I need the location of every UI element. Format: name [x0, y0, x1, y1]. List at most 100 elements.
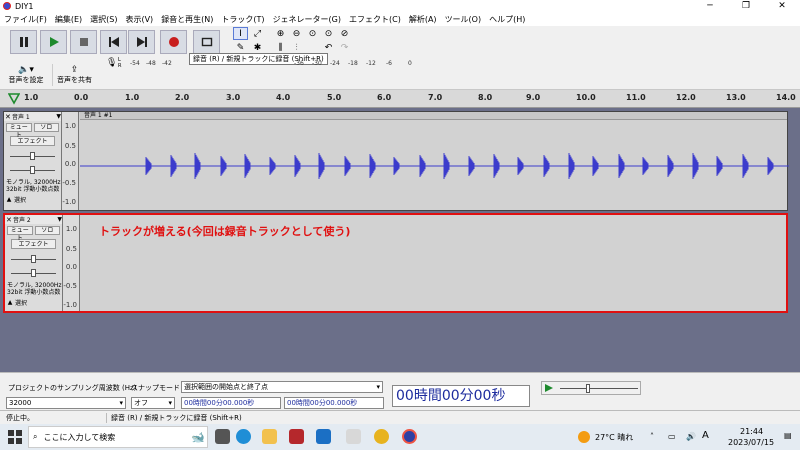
menu-tracks[interactable]: トラック(T): [221, 14, 264, 25]
close-track-icon[interactable]: ✕: [5, 113, 12, 121]
play-at-speed-icon[interactable]: [544, 383, 554, 393]
menu-tools[interactable]: ツール(O): [445, 14, 482, 25]
taskbar-search[interactable]: ⌕ ここに入力して検索 🐋: [28, 426, 208, 448]
time-display[interactable]: 00時間00分00秒: [392, 385, 530, 407]
pause-button[interactable]: [10, 30, 37, 54]
weather-icon[interactable]: [578, 431, 590, 443]
stop-button[interactable]: [70, 30, 97, 54]
tray-chevron-icon[interactable]: ˄: [650, 432, 654, 441]
edge-icon[interactable]: [236, 429, 251, 444]
pan-slider[interactable]: [10, 166, 55, 174]
minimize-button[interactable]: ─: [692, 0, 728, 12]
selection-end-time[interactable]: 00時間00分00.000秒: [284, 397, 384, 409]
waveform-burst: [170, 155, 177, 177]
menu-edit[interactable]: 編集(E): [55, 14, 82, 25]
solo-button[interactable]: ソロ: [33, 123, 59, 132]
selection-tool-icon[interactable]: I: [233, 27, 248, 40]
menu-help[interactable]: ヘルプ(H): [489, 14, 525, 25]
vertical-scale[interactable]: 1.0 0.5 0.0 -0.5 -1.0: [63, 215, 80, 311]
gain-slider-thumb[interactable]: [31, 255, 36, 263]
track-menu-chevron-icon[interactable]: ▼: [57, 216, 62, 223]
redo-icon[interactable]: ↷: [337, 41, 352, 54]
store-icon[interactable]: [289, 429, 304, 444]
collapse-icon[interactable]: ▲: [4, 196, 14, 203]
explorer-icon[interactable]: [262, 429, 277, 444]
pan-slider-thumb[interactable]: [30, 166, 35, 174]
menu-file[interactable]: ファイル(F): [4, 14, 47, 25]
audacity-taskbar-icon[interactable]: [402, 429, 417, 444]
clock-date[interactable]: 2023/07/15: [728, 438, 774, 447]
menu-effect[interactable]: エフェクト(C): [349, 14, 401, 25]
zoom-in-icon[interactable]: ⊕: [273, 27, 288, 40]
pan-slider[interactable]: [11, 269, 56, 277]
zoom-toggle-icon[interactable]: ⊘: [337, 27, 352, 40]
menu-select[interactable]: 選択(S): [90, 14, 117, 25]
track-1[interactable]: ✕ 音声 1 ▼ ミュート ソロ エフェクト モノラル, 32000Hz 32b…: [3, 111, 789, 211]
task-view-icon[interactable]: [215, 429, 230, 444]
notepad-icon[interactable]: [346, 429, 361, 444]
pin-head-icon[interactable]: [8, 93, 20, 105]
select-button[interactable]: 選択: [15, 298, 27, 307]
track-header[interactable]: ✕ 音声 1 ▼: [4, 112, 61, 121]
close-track-icon[interactable]: ✕: [6, 216, 13, 224]
gain-slider-thumb[interactable]: [30, 152, 35, 160]
effects-button[interactable]: エフェクト: [11, 239, 56, 249]
zoom-out-icon[interactable]: ⊖: [289, 27, 304, 40]
maximize-button[interactable]: ❐: [728, 0, 764, 12]
loop-button[interactable]: [193, 30, 220, 54]
ime-indicator[interactable]: A: [702, 430, 709, 441]
audio-setup-button[interactable]: 🔈▾ 音声を設定: [4, 64, 48, 86]
share-audio-button[interactable]: ⇪ 音声を共有: [52, 64, 96, 86]
selection-start-time[interactable]: 00時間00分00.000秒: [181, 397, 281, 409]
network-icon[interactable]: ▭: [668, 432, 676, 441]
sample-rate-select[interactable]: 32000 ▾: [6, 397, 126, 409]
volume-icon[interactable]: 🔊: [686, 432, 696, 441]
zoom-selection-icon[interactable]: ⊙: [305, 27, 320, 40]
meter-tick: -48: [146, 60, 156, 67]
clip-title[interactable]: 音声 1 #1: [80, 112, 787, 120]
menu-analyze[interactable]: 解析(A): [409, 14, 437, 25]
envelope-tool-icon[interactable]: ⤢: [250, 27, 265, 40]
skip-start-button[interactable]: [100, 30, 127, 54]
gain-slider[interactable]: [11, 255, 56, 263]
zoom-fit-icon[interactable]: ⊙: [321, 27, 336, 40]
notification-icon[interactable]: ▤: [784, 431, 792, 440]
mute-button[interactable]: ミュート: [7, 226, 33, 242]
clock-time[interactable]: 21:44: [740, 427, 763, 436]
pan-slider-thumb[interactable]: [31, 269, 36, 277]
meter-tick: -6: [386, 60, 392, 67]
menu-transport[interactable]: 録音と再生(N): [161, 14, 213, 25]
recording-meter[interactable]: 🎙 L R -54 -48 -42 -36 -30 -24 -18 -12 -6…: [106, 57, 430, 71]
windows-start-icon[interactable]: [8, 430, 22, 444]
waveform-area[interactable]: 音声 1 #1: [80, 112, 789, 210]
gain-slider[interactable]: [10, 152, 55, 160]
track-name[interactable]: 音声 1: [12, 112, 56, 121]
snap-select[interactable]: オフ ▾: [131, 397, 175, 409]
effects-button[interactable]: エフェクト: [10, 136, 55, 146]
record-button[interactable]: [160, 30, 187, 54]
track-2[interactable]: ✕ 音声 2 ▼ ミュート ソロ エフェクト モノラル, 32000Hz 32b…: [3, 213, 788, 313]
select-button[interactable]: 選択: [14, 195, 26, 204]
vertical-scale[interactable]: 1.0 0.5 0.0 -0.5 -1.0: [62, 112, 79, 210]
timeline-ruler[interactable]: 1.0 0.0 1.0 2.0 3.0 4.0 5.0 6.0 7.0 8.0 …: [0, 90, 800, 108]
close-button[interactable]: ✕: [764, 0, 800, 12]
play-button[interactable]: [40, 30, 67, 54]
skip-end-button[interactable]: [128, 30, 155, 54]
chrome-icon[interactable]: [374, 429, 389, 444]
solo-button[interactable]: ソロ: [34, 226, 60, 235]
weather-text[interactable]: 27°C 晴れ: [595, 432, 633, 443]
menu-generate[interactable]: ジェネレーター(G): [273, 14, 341, 25]
track-header[interactable]: ✕ 音声 2 ▼: [5, 215, 62, 224]
mute-button[interactable]: ミュート: [6, 123, 32, 139]
chevron-down-icon: ▾: [119, 399, 123, 407]
pause-icon: [19, 37, 28, 47]
collapse-icon[interactable]: ▲: [5, 299, 15, 306]
mail-icon[interactable]: [316, 429, 331, 444]
selection-mode-select[interactable]: 選択範囲の開始点と終了点 ▾: [181, 381, 383, 393]
speed-slider-thumb[interactable]: [586, 384, 590, 393]
speed-slider[interactable]: [560, 388, 638, 389]
track-menu-chevron-icon[interactable]: ▼: [56, 113, 61, 120]
status-state: 停止中。: [6, 414, 34, 422]
menu-view[interactable]: 表示(V): [125, 14, 153, 25]
track-name[interactable]: 音声 2: [13, 215, 57, 224]
